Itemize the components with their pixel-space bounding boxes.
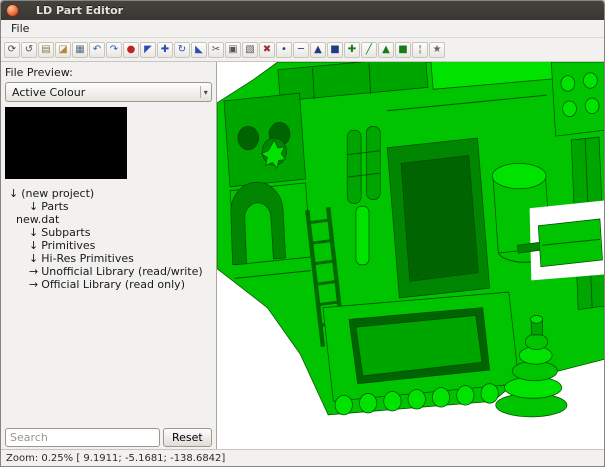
tree-item-label: Subparts bbox=[41, 226, 90, 239]
add-line-icon[interactable]: ╱ bbox=[361, 42, 377, 58]
left-panel: File Preview: Active Colour ▾ ↓(new proj… bbox=[1, 62, 217, 449]
menu-bar: File bbox=[1, 20, 604, 38]
select-icon[interactable]: ◤ bbox=[140, 42, 156, 58]
face-mode-icon[interactable]: ▲ bbox=[310, 42, 326, 58]
reload-icon[interactable]: ↺ bbox=[21, 42, 37, 58]
redo-icon[interactable]: ↷ bbox=[106, 42, 122, 58]
move-icon[interactable]: ✚ bbox=[157, 42, 173, 58]
combo-separator bbox=[200, 86, 201, 98]
add-condline-icon[interactable]: ¦ bbox=[412, 42, 428, 58]
add-quad-icon[interactable]: ■ bbox=[395, 42, 411, 58]
tree-expander-icon[interactable]: ↓ bbox=[17, 200, 38, 213]
new-file-icon[interactable]: ▤ bbox=[38, 42, 54, 58]
tree-item-label: (new project) bbox=[21, 187, 94, 200]
toolbar: ⟳ ↺ ▤ ◪ ▦ ↶ ↷ ● ◤ ✚ ↻ ◣ ✂ ▣ ▧ ✖ bbox=[1, 38, 604, 62]
rotate-icon[interactable]: ↻ bbox=[174, 42, 190, 58]
tree-expander-icon[interactable]: → bbox=[17, 278, 38, 291]
active-colour-combo[interactable]: Active Colour ▾ bbox=[5, 82, 212, 102]
zoom-status-text: Zoom: 0.25% [ 9.1911; -5.1681; -138.6842… bbox=[6, 453, 225, 464]
sync-icon[interactable]: ⟳ bbox=[4, 42, 20, 58]
add-vertex-icon[interactable]: ✚ bbox=[344, 42, 360, 58]
tree-expander-icon[interactable]: ↓ bbox=[17, 239, 38, 252]
tree-item[interactable]: ↓(new project) bbox=[5, 187, 212, 200]
cut-icon[interactable]: ✂ bbox=[208, 42, 224, 58]
undo-icon[interactable]: ↶ bbox=[89, 42, 105, 58]
close-button[interactable] bbox=[6, 4, 19, 17]
tree-item-label: Parts bbox=[41, 200, 68, 213]
app-window: LD Part Editor File ⟳ ↺ ▤ ◪ ▦ ↶ ↷ ● ◤ ✚ … bbox=[0, 0, 605, 467]
tree-expander-icon[interactable]: ↓ bbox=[17, 252, 38, 265]
project-tree: ↓(new project) ↓Parts new.dat ↓Subparts bbox=[5, 187, 212, 426]
title-bar[interactable]: LD Part Editor bbox=[1, 1, 604, 20]
scale-icon[interactable]: ◣ bbox=[191, 42, 207, 58]
3d-viewport[interactable] bbox=[217, 62, 604, 449]
copy-icon[interactable]: ▣ bbox=[225, 42, 241, 58]
lego-model-render bbox=[217, 62, 604, 449]
window-title: LD Part Editor bbox=[36, 4, 123, 17]
tree-item-label: Primitives bbox=[41, 239, 95, 252]
tree-item-label: Unofficial Library (read/write) bbox=[41, 265, 202, 278]
tree-item[interactable]: ↓Subparts bbox=[5, 226, 212, 239]
tree-item[interactable]: new.dat bbox=[5, 213, 212, 226]
tree-expander-icon[interactable]: ↓ bbox=[7, 187, 18, 200]
status-bar: Zoom: 0.25% [ 9.1911; -5.1681; -138.6842… bbox=[1, 449, 604, 466]
reset-button[interactable]: Reset bbox=[163, 428, 212, 447]
edge-mode-icon[interactable]: ─ bbox=[293, 42, 309, 58]
tree-item[interactable]: ↓Primitives bbox=[5, 239, 212, 252]
menu-file[interactable]: File bbox=[4, 20, 36, 37]
tree-item-label: Hi-Res Primitives bbox=[41, 252, 134, 265]
live-sync-icon[interactable]: ● bbox=[123, 42, 139, 58]
save-icon[interactable]: ▦ bbox=[72, 42, 88, 58]
search-row: Reset bbox=[5, 428, 212, 447]
chevron-down-icon: ▾ bbox=[204, 88, 208, 97]
vertex-mode-icon[interactable]: • bbox=[276, 42, 292, 58]
tree-item-label: Official Library (read only) bbox=[41, 278, 185, 291]
subfile-mode-icon[interactable]: ■ bbox=[327, 42, 343, 58]
tree-item[interactable]: ↓Hi-Res Primitives bbox=[5, 252, 212, 265]
paste-icon[interactable]: ▧ bbox=[242, 42, 258, 58]
add-triangle-icon[interactable]: ▲ bbox=[378, 42, 394, 58]
tree-item[interactable]: →Official Library (read only) bbox=[5, 278, 212, 291]
main-area: File Preview: Active Colour ▾ ↓(new proj… bbox=[1, 62, 604, 449]
settings-icon[interactable]: ★ bbox=[429, 42, 445, 58]
file-preview-label: File Preview: bbox=[5, 66, 212, 79]
delete-icon[interactable]: ✖ bbox=[259, 42, 275, 58]
tree-item[interactable]: ↓Parts bbox=[5, 200, 212, 213]
tree-item-label: new.dat bbox=[16, 213, 59, 226]
search-input[interactable] bbox=[5, 428, 160, 447]
tree-expander-icon[interactable]: → bbox=[17, 265, 38, 278]
colour-preview-canvas bbox=[5, 107, 127, 179]
open-file-icon[interactable]: ◪ bbox=[55, 42, 71, 58]
active-colour-value: Active Colour bbox=[12, 86, 197, 99]
tree-item[interactable]: →Unofficial Library (read/write) bbox=[5, 265, 212, 278]
tree-expander-icon[interactable]: ↓ bbox=[17, 226, 38, 239]
